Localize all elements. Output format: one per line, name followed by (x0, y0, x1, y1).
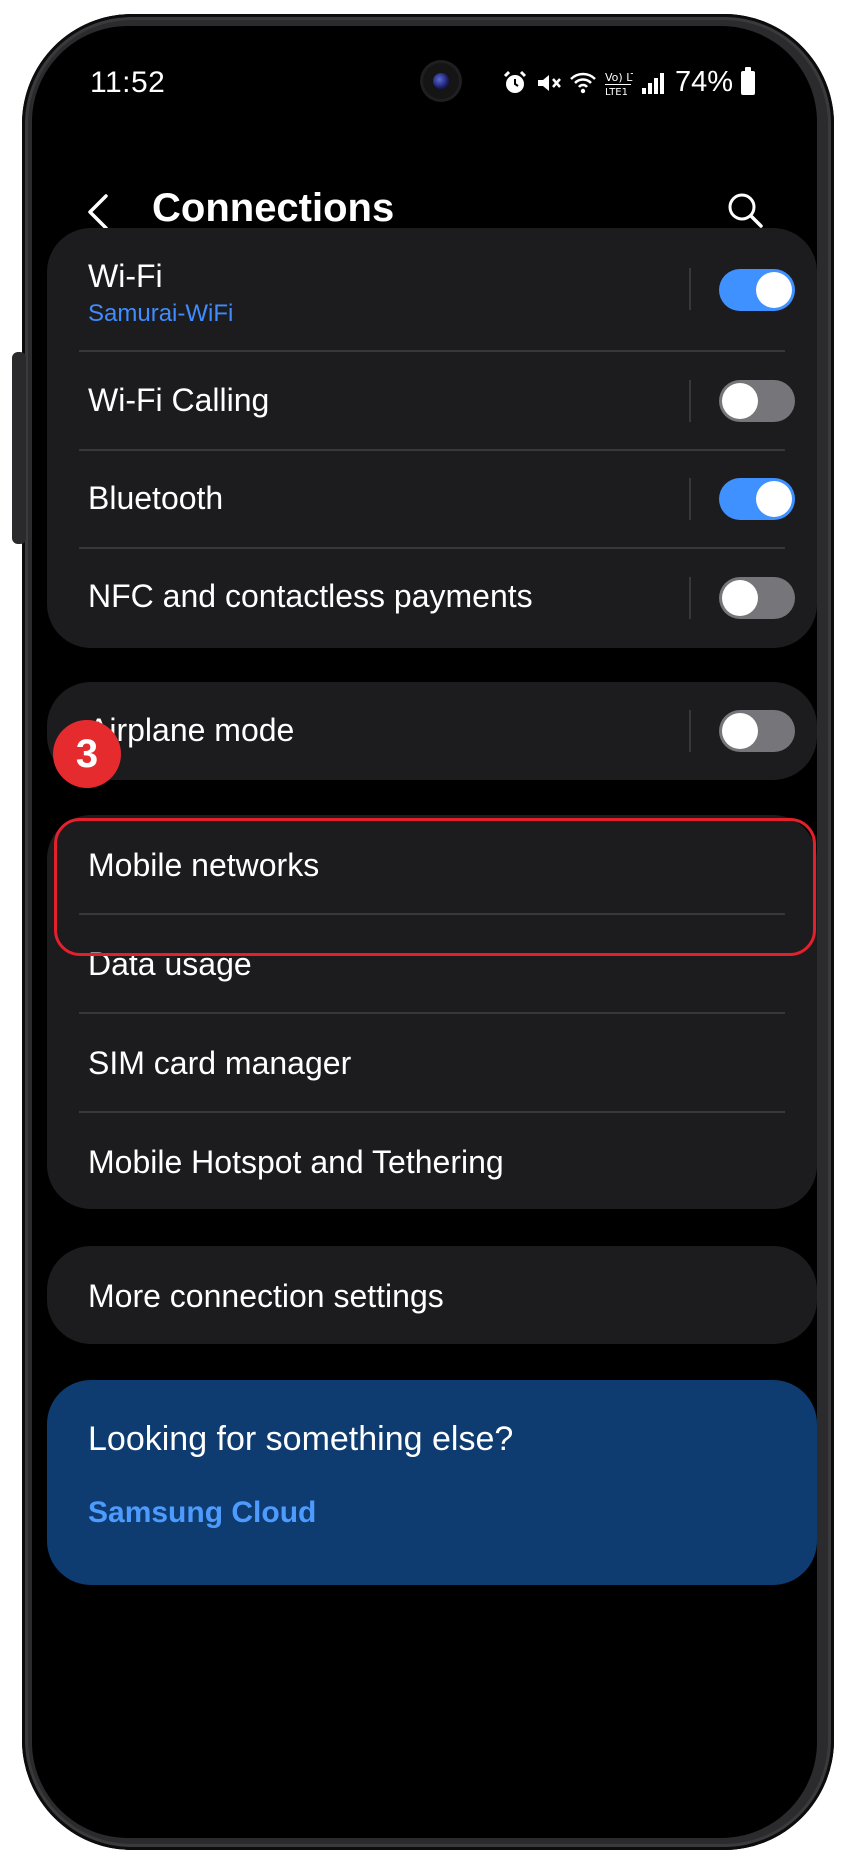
signal-icon (641, 72, 664, 94)
airplane-mode-toggle[interactable] (719, 710, 795, 752)
bluetooth-label: Bluetooth (88, 480, 224, 516)
separator (689, 380, 691, 422)
airplane-card: Airplane mode (47, 682, 817, 780)
side-button (12, 352, 26, 544)
battery-percent: 74% (674, 66, 733, 98)
alarm-icon (503, 70, 527, 93)
suggestion-card: Looking for something else? Samsung Clou… (47, 1380, 817, 1585)
bluetooth-toggle[interactable] (719, 478, 795, 520)
wifi-calling-toggle[interactable] (719, 380, 795, 422)
sim-card-manager-row[interactable]: SIM card manager (47, 1013, 817, 1111)
toggle-knob (756, 272, 792, 308)
nfc-label: NFC and contactless payments (88, 578, 533, 614)
connections-card-primary: Wi-Fi Samurai-WiFi Wi-Fi Calling Bluetoo… (47, 228, 817, 648)
nfc-row[interactable]: NFC and contactless payments (47, 548, 817, 648)
nfc-toggle[interactable] (719, 577, 795, 619)
wifi-icon (570, 72, 596, 93)
screen: 11:52 Vo) LTE1 LTE1 (32, 26, 817, 1838)
separator (689, 710, 691, 752)
hotspot-tethering-label: Mobile Hotspot and Tethering (88, 1144, 504, 1180)
toggle-knob (722, 383, 758, 419)
wifi-network-name: Samurai-WiFi (88, 300, 234, 327)
battery-icon (741, 66, 755, 95)
status-time: 11:52 (90, 66, 166, 99)
mute-icon (537, 74, 561, 91)
toggle-knob (722, 580, 758, 616)
search-icon[interactable] (725, 190, 765, 230)
wifi-toggle[interactable] (719, 269, 795, 311)
separator (689, 577, 691, 619)
toggle-knob (722, 713, 758, 749)
volte-icon: Vo) LTE1 LTE1 (604, 71, 633, 97)
status-icons: Vo) LTE1 LTE1 74% (501, 66, 755, 99)
more-settings-card: More connection settings (47, 1246, 817, 1344)
hotspot-tethering-row[interactable]: Mobile Hotspot and Tethering (47, 1112, 817, 1209)
more-connection-settings-row[interactable]: More connection settings (47, 1246, 817, 1344)
bluetooth-row[interactable]: Bluetooth (47, 450, 817, 548)
front-camera (423, 63, 459, 99)
wifi-label: Wi-Fi (88, 258, 163, 294)
separator (689, 478, 691, 520)
more-connection-settings-label: More connection settings (88, 1278, 444, 1314)
wifi-row[interactable]: Wi-Fi Samurai-WiFi (47, 228, 817, 352)
airplane-mode-row[interactable]: Airplane mode (47, 682, 817, 780)
page-title: Connections (152, 186, 395, 230)
wifi-calling-label: Wi-Fi Calling (88, 382, 270, 418)
svg-text:Vo) LTE1: Vo) LTE1 (605, 71, 633, 84)
svg-text:LTE1: LTE1 (605, 87, 628, 97)
status-bar: 11:52 Vo) LTE1 LTE1 (32, 26, 817, 136)
sim-card-manager-label: SIM card manager (88, 1045, 352, 1081)
toggle-knob (756, 481, 792, 517)
separator (689, 268, 691, 310)
suggestion-question: Looking for something else? (88, 1420, 514, 1458)
samsung-cloud-link[interactable]: Samsung Cloud (88, 1496, 316, 1530)
step-number-badge: 3 (53, 720, 121, 788)
step-highlight-box (54, 818, 816, 956)
wifi-calling-row[interactable]: Wi-Fi Calling (47, 352, 817, 450)
